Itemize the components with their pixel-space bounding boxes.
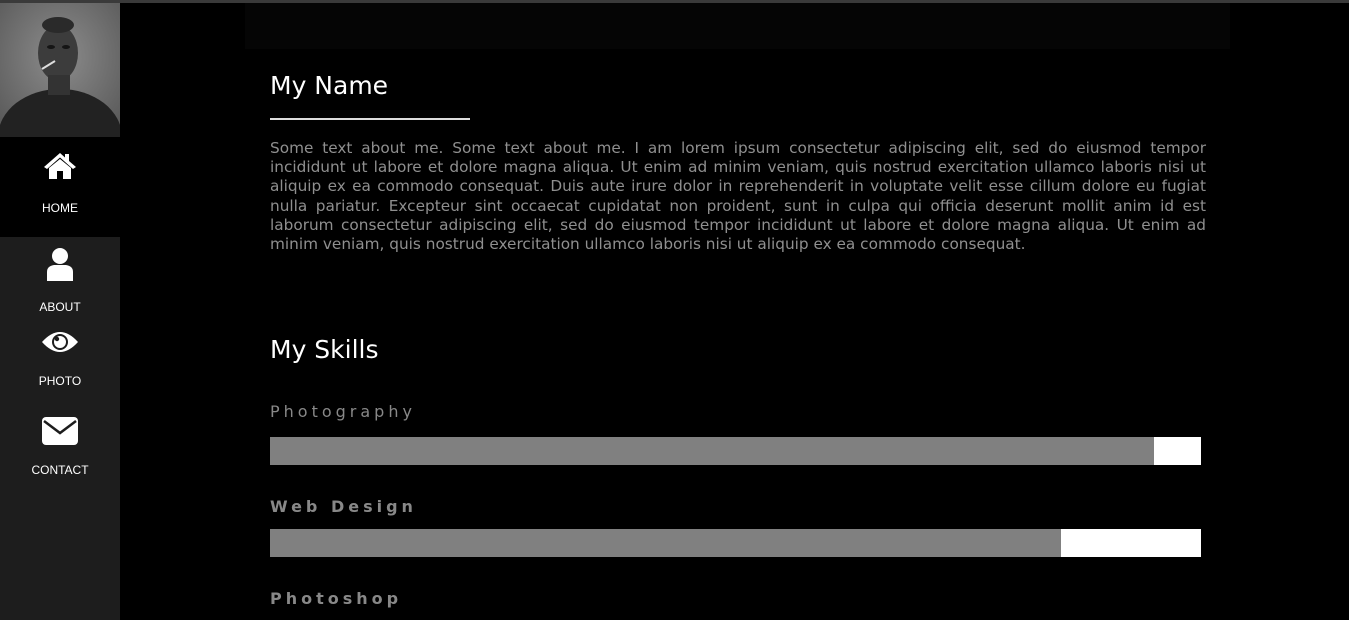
nav-item-label: HOME	[42, 201, 78, 215]
skill-bar-web-design	[270, 529, 1201, 557]
about-text: Some text about me. Some text about me. …	[270, 139, 1206, 254]
page-title: My Name	[270, 71, 389, 100]
nav-item-photo[interactable]: PHOTO	[0, 325, 120, 413]
nav-item-label: ABOUT	[39, 300, 81, 314]
nav-item-label: PHOTO	[38, 374, 82, 388]
envelope-icon	[42, 417, 78, 445]
nav-item-contact[interactable]: CONTACT	[0, 413, 120, 501]
main-content: My Name Some text about me. Some text ab…	[270, 70, 1206, 608]
skill-bar-photography	[270, 437, 1201, 465]
skill-label-photography: Photography	[270, 402, 416, 421]
nav-item-label: CONTACT	[31, 463, 89, 477]
sidebar: HOME ABOUT PHOTO CONTACT	[0, 3, 120, 620]
skill-bar-fill	[270, 529, 1062, 557]
skill-label-photoshop: Photoshop	[270, 589, 403, 608]
user-icon	[47, 248, 73, 281]
nav-item-about[interactable]: ABOUT	[0, 237, 120, 325]
skill-bar-fill	[270, 437, 1155, 465]
home-icon	[44, 153, 76, 179]
title-underline	[270, 118, 470, 120]
eye-icon	[42, 332, 78, 352]
about-section: My Name Some text about me. Some text ab…	[270, 71, 1206, 254]
avatar	[0, 3, 120, 137]
skills-title: My Skills	[270, 335, 379, 364]
header-bar	[245, 3, 1230, 49]
skill-label-web-design: Web Design	[270, 497, 417, 516]
nav-item-home[interactable]: HOME	[0, 137, 120, 237]
